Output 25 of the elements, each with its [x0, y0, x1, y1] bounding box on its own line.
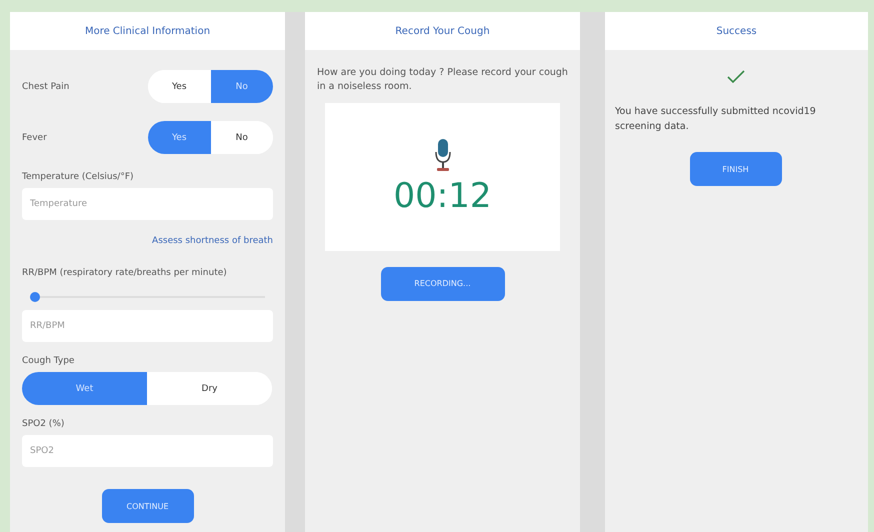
- screen-title: Success: [605, 12, 868, 50]
- input-field[interactable]: SPO2: [22, 435, 273, 467]
- input-field[interactable]: RR/BPM: [22, 310, 273, 342]
- field-label: SPO2 (%): [22, 419, 66, 429]
- screen-title: More Clinical Information: [10, 12, 285, 50]
- screen-title: Record Your Cough: [305, 12, 580, 50]
- toggle-option[interactable]: Yes: [148, 121, 210, 154]
- recording-button[interactable]: RECORDING...: [380, 266, 504, 300]
- field-label: Temperature (Celsius/°F): [22, 172, 135, 182]
- toggle-option[interactable]: Wet: [22, 372, 147, 405]
- toggle-option[interactable]: No: [210, 70, 273, 103]
- field-label: Fever: [22, 132, 47, 142]
- finish-button[interactable]: FINISH: [690, 152, 782, 186]
- input-field[interactable]: Temperature: [22, 188, 273, 220]
- field-label: Cough Type: [22, 356, 76, 366]
- checkmark-icon: [726, 70, 744, 84]
- timer-text: 00:12: [394, 176, 492, 216]
- success-message: You have successfully submitted ncovid19 screening data.: [615, 105, 817, 134]
- continue-button[interactable]: CONTINUE: [102, 489, 194, 523]
- assess-link[interactable]: Assess shortness of breath: [152, 236, 273, 246]
- slider-thumb[interactable]: [30, 292, 40, 302]
- microphone-icon: [434, 138, 452, 172]
- field-label: Chest Pain: [22, 82, 70, 92]
- prompt-text: How are you doing today ? Please record your cough in a noiseless room.: [317, 66, 568, 94]
- field-label: RR/BPM (respiratory rate/breaths per minute): [22, 268, 228, 278]
